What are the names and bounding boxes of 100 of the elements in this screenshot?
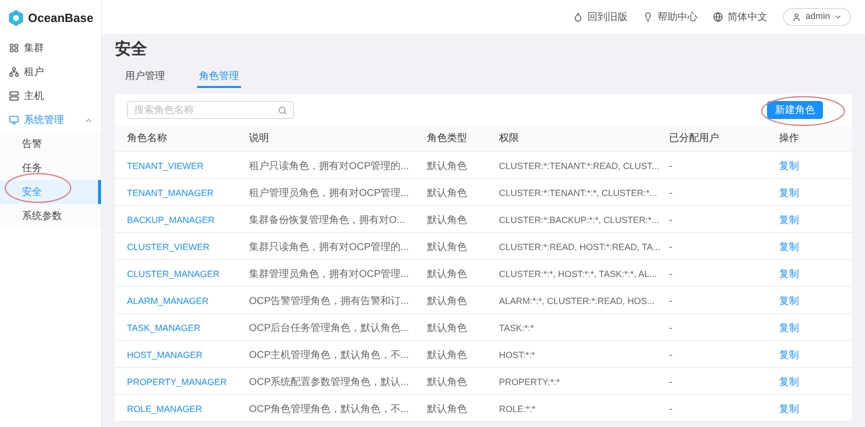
- search-field[interactable]: 搜索角色名称: [127, 101, 294, 119]
- table-cell: OCP系统配置参数管理角色，默认...: [249, 377, 410, 388]
- table-cell: -: [669, 323, 672, 334]
- search-icon: [278, 106, 287, 114]
- header-link-label: 回到旧版: [587, 10, 628, 24]
- role-name-link[interactable]: HOST_MANAGER: [127, 350, 203, 360]
- table-cell: -: [669, 269, 672, 280]
- column-header: 角色类型: [427, 132, 468, 146]
- role-name-link[interactable]: CLUSTER_MANAGER: [127, 269, 220, 279]
- table-cell: -: [669, 404, 672, 415]
- sidebar-item[interactable]: 集群: [0, 36, 101, 60]
- lightbulb-icon: [643, 12, 654, 22]
- sidebar-item[interactable]: 租户: [0, 60, 101, 84]
- table-cell: 集群只读角色，拥有对OCP管理的...: [249, 242, 410, 253]
- table-cell: ALARM:*:*, CLUSTER:*:READ, HOS...: [499, 296, 655, 306]
- column-header: 操作: [779, 132, 800, 146]
- table-cell: -: [669, 377, 672, 388]
- table-cell: 默认角色: [427, 323, 467, 334]
- copy-link[interactable]: 复制: [779, 296, 799, 307]
- column-header: 角色名称: [127, 132, 168, 146]
- highlight-ellipse: [4, 172, 72, 204]
- copy-link[interactable]: 复制: [779, 215, 799, 226]
- copy-link[interactable]: 复制: [779, 161, 799, 172]
- table-cell: -: [669, 161, 672, 172]
- tab[interactable]: 角色管理: [197, 66, 241, 88]
- table-cell: 默认角色: [427, 296, 467, 307]
- caret-icon: [834, 13, 842, 21]
- table-cell: -: [669, 242, 672, 253]
- copy-link[interactable]: 复制: [779, 323, 799, 334]
- table-cell: 默认角色: [427, 188, 467, 199]
- header-link[interactable]: 回到旧版: [573, 10, 628, 24]
- table-cell: -: [669, 188, 672, 199]
- table-cell: OCP主机管理角色，默认角色，不...: [249, 350, 410, 361]
- sidebar-item[interactable]: 主机: [0, 84, 101, 108]
- tab[interactable]: 用户管理: [123, 66, 167, 88]
- table-cell: 默认角色: [427, 269, 467, 280]
- server-icon: [9, 91, 19, 101]
- role-name-link[interactable]: TENANT_VIEWER: [127, 161, 204, 171]
- page-title: 安全: [115, 39, 148, 60]
- table-cell: 默认角色: [427, 350, 467, 361]
- table-cell: CLUSTER:*:READ, HOST:*:READ, TA...: [499, 242, 660, 252]
- role-name-link[interactable]: ROLE_MANAGER: [127, 404, 202, 414]
- logo-icon: [8, 10, 24, 26]
- role-name-link[interactable]: BACKUP_MANAGER: [127, 215, 215, 225]
- sidebar-label: 系统管理: [24, 114, 65, 128]
- sidebar-subitem[interactable]: 告警: [0, 132, 101, 156]
- copy-link[interactable]: 复制: [779, 242, 799, 253]
- new-role-button[interactable]: 新建角色: [767, 101, 823, 119]
- role-name-link[interactable]: ALARM_MANAGER: [127, 296, 209, 306]
- table-cell: -: [669, 350, 672, 361]
- sidebar-item[interactable]: 系统管理: [0, 108, 101, 132]
- table-cell: HOST:*:*: [499, 350, 536, 360]
- search-input[interactable]: 搜索角色名称: [134, 102, 278, 118]
- role-name-link[interactable]: CLUSTER_VIEWER: [127, 242, 210, 252]
- sidebar-label: 集群: [24, 42, 45, 56]
- table-cell: CLUSTER:*:*, HOST:*:*, TASK:*:*, AL...: [499, 269, 657, 279]
- monitor-icon: [9, 115, 19, 125]
- role-name-link[interactable]: TENANT_MANAGER: [127, 188, 214, 198]
- table-cell: 租户管理员角色，拥有对OCP管理...: [249, 188, 410, 199]
- table-cell: -: [669, 215, 672, 226]
- role-name-link[interactable]: PROPERTY_MANAGER: [127, 377, 227, 387]
- table-cell: 默认角色: [427, 377, 467, 388]
- header-link-label: 简体中文: [727, 10, 768, 24]
- role-name-link[interactable]: TASK_MANAGER: [127, 323, 200, 333]
- drop-icon: [573, 12, 584, 22]
- table-cell: 默认角色: [427, 161, 467, 172]
- logo-text: OceanBase: [28, 10, 94, 27]
- table-cell: -: [669, 296, 672, 307]
- table-cell: CLUSTER:*:TENANT:*:*, CLUSTER:*...: [499, 188, 658, 198]
- user-menu[interactable]: admin: [783, 8, 851, 26]
- table-cell: 集群管理员角色，拥有对OCP管理...: [249, 269, 410, 280]
- table-cell: ROLE:*:*: [499, 404, 536, 414]
- table-cell: OCP角色管理角色，默认角色，不...: [249, 404, 410, 415]
- table-cell: PROPERTY:*:*: [499, 377, 560, 387]
- column-header: 已分配用户: [669, 132, 720, 146]
- table-cell: 租户只读角色，拥有对OCP管理的...: [249, 161, 410, 172]
- column-header: 说明: [249, 132, 270, 146]
- table-cell: TASK:*:*: [499, 323, 534, 333]
- copy-link[interactable]: 复制: [779, 188, 799, 199]
- sidebar-label: 租户: [24, 66, 45, 80]
- copy-link[interactable]: 复制: [779, 350, 799, 361]
- sidebar-subitem[interactable]: 系统参数: [0, 204, 101, 228]
- sidebar-subitem[interactable]: 安全: [0, 180, 101, 204]
- copy-link[interactable]: 复制: [779, 404, 799, 415]
- table-cell: 默认角色: [427, 215, 467, 226]
- header-link[interactable]: 帮助中心: [643, 10, 698, 24]
- user-icon: [792, 12, 802, 22]
- header-link-label: 帮助中心: [657, 10, 698, 24]
- table-cell: 默认角色: [427, 242, 467, 253]
- copy-link[interactable]: 复制: [779, 377, 799, 388]
- table-cell: 集群备份恢复管理角色，拥有对O...: [249, 215, 406, 226]
- network-icon: [9, 67, 19, 77]
- table-cell: 默认角色: [427, 404, 467, 415]
- header-link[interactable]: 简体中文: [713, 10, 768, 24]
- grid-icon: [9, 43, 19, 53]
- user-name: admin: [805, 10, 830, 24]
- table-cell: CLUSTER:*:BACKUP:*:*, CLUSTER:*...: [499, 215, 660, 225]
- sidebar-label: 主机: [24, 90, 45, 104]
- copy-link[interactable]: 复制: [779, 269, 799, 280]
- sidebar-subitem[interactable]: 任务: [0, 156, 101, 180]
